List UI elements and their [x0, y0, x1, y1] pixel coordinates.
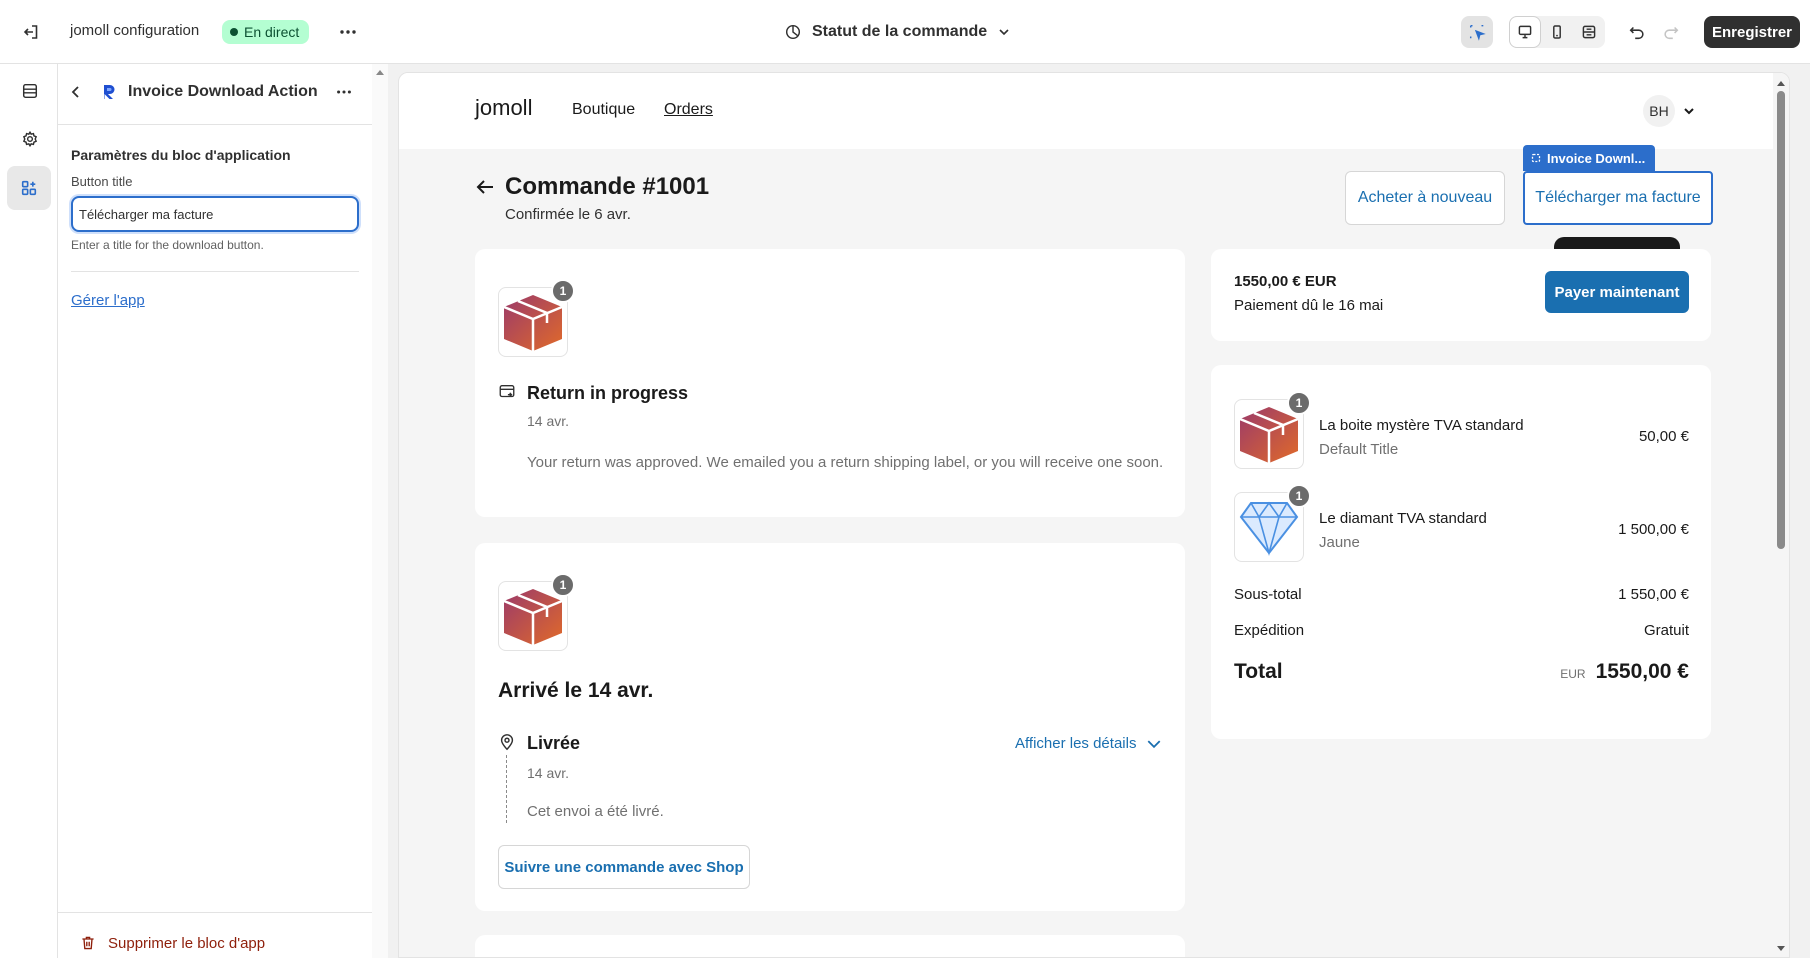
subtotal-label: Sous-total [1234, 586, 1302, 603]
pay-now-button[interactable]: Payer maintenant [1545, 271, 1689, 313]
exit-icon[interactable] [15, 16, 47, 48]
fullscreen-view-icon[interactable] [1573, 16, 1605, 48]
sections-icon[interactable] [13, 74, 47, 108]
item-price: 1 500,00 € [1618, 521, 1689, 538]
field-help-text: Enter a title for the download button. [71, 238, 264, 252]
footer-divider [58, 912, 372, 913]
order-status-icon [785, 24, 801, 40]
top-bar: jomoll configuration En direct Statut de… [0, 0, 1810, 64]
account-chevron-down-icon[interactable] [1682, 104, 1696, 118]
item-price: 50,00 € [1638, 428, 1689, 445]
location-pin-icon [500, 734, 514, 751]
delivery-status: Livrée [527, 733, 581, 753]
panel-divider [58, 124, 372, 125]
nav-link-orders[interactable]: Orders [664, 101, 713, 119]
save-button[interactable]: Enregistrer [1704, 16, 1800, 48]
next-card [475, 935, 1185, 957]
field-divider [71, 271, 359, 272]
show-details-link[interactable]: Afficher les détails [1015, 735, 1162, 752]
delivery-title: Arrivé le 14 avr. [498, 679, 654, 702]
store-name: jomoll configuration [70, 22, 200, 39]
payment-due: Paiement dû le 16 mai [1234, 297, 1384, 314]
template-selector[interactable]: Statut de la commande [784, 18, 1011, 46]
total-value: 1550,00 € [1595, 660, 1689, 683]
trash-icon [82, 936, 94, 950]
apps-icon[interactable] [7, 166, 51, 210]
return-icon [499, 385, 515, 398]
live-dot-icon [230, 28, 238, 36]
delete-app-block-button[interactable]: Supprimer le bloc d'app [80, 928, 265, 958]
item-name: Le diamant TVA standard [1319, 510, 1487, 527]
item-variant: Jaune [1319, 534, 1360, 551]
left-rail [0, 64, 58, 958]
block-select-icon [1531, 153, 1541, 163]
order-title: Commande #1001 [505, 173, 710, 200]
template-selector-label: Statut de la commande [812, 23, 988, 40]
panel-scrollbar[interactable] [372, 64, 388, 958]
more-options-icon[interactable] [332, 16, 364, 48]
mobile-view-icon[interactable] [1541, 16, 1573, 48]
select-tool-icon[interactable] [1461, 16, 1493, 48]
delivery-date: 14 avr. [527, 765, 570, 781]
scroll-up-arrow-icon [1777, 81, 1785, 86]
store-header: jomoll Boutique Orders BH [399, 73, 1789, 149]
block-settings-panel: Invoice Download Action Paramètres du bl… [58, 64, 388, 958]
return-title: Return in progress [527, 383, 689, 403]
quantity-badge: 1 [1287, 391, 1311, 415]
quantity-badge: 1 [551, 279, 575, 303]
order-subtitle: Confirmée le 6 avr. [505, 206, 631, 223]
payment-card: 1550,00 € EUR Paiement dû le 16 mai Paye… [1211, 249, 1711, 341]
quantity-badge: 1 [551, 573, 575, 597]
return-date: 14 avr. [527, 413, 570, 429]
show-details-label: Afficher les détails [1015, 735, 1137, 752]
back-arrow-icon[interactable] [475, 177, 495, 197]
delivery-message: Cet envoi a été livré. [527, 803, 664, 820]
quantity-badge: 1 [1287, 484, 1311, 508]
return-card: 1 Return in progress 14 avr. Your return… [475, 249, 1185, 517]
download-invoice-button[interactable]: Télécharger ma facture [1523, 171, 1713, 225]
payment-amount: 1550,00 € EUR [1234, 273, 1337, 290]
back-chevron-icon[interactable] [62, 78, 90, 106]
section-title: Paramètres du bloc d'application [71, 147, 291, 163]
track-with-shop-button[interactable]: Suivre une commande avec Shop [498, 845, 750, 889]
button-title-input[interactable] [71, 196, 359, 232]
chevron-down-icon [999, 29, 1009, 36]
nav-link-boutique[interactable]: Boutique [572, 101, 635, 119]
live-badge: En direct [222, 20, 310, 44]
app-logo-icon [100, 83, 118, 101]
total-label: Total [1234, 660, 1283, 683]
total-currency: EUR [1560, 667, 1586, 681]
subtotal-value: 1 550,00 € [1618, 586, 1689, 603]
redo-icon[interactable] [1655, 16, 1687, 48]
avatar[interactable]: BH [1643, 95, 1675, 127]
selected-block-tag[interactable]: Invoice Downl... [1523, 145, 1655, 171]
total-amount: EUR 1550,00 € [1560, 660, 1689, 684]
live-badge-label: En direct [244, 24, 300, 40]
delivery-card: 1 Arrivé le 14 avr. Livrée Afficher les … [475, 543, 1185, 911]
delete-label: Supprimer le bloc d'app [108, 934, 266, 952]
desktop-view-icon[interactable] [1509, 16, 1541, 48]
item-variant: Default Title [1319, 441, 1399, 458]
block-tag-label: Invoice Downl... [1547, 150, 1646, 166]
preview-scrollbar[interactable] [1773, 73, 1789, 957]
scroll-up-arrow-icon [376, 70, 384, 75]
store-logo[interactable]: jomoll [475, 95, 532, 121]
shipping-label: Expédition [1234, 622, 1305, 639]
chevron-down-icon [1148, 739, 1161, 748]
scrollbar-thumb[interactable] [1777, 91, 1785, 549]
buy-again-button[interactable]: Acheter à nouveau [1345, 171, 1505, 225]
undo-icon[interactable] [1621, 16, 1653, 48]
timeline-line [506, 755, 507, 823]
return-message: Your return was approved. We emailed you… [527, 454, 1164, 471]
field-label: Button title [71, 174, 133, 189]
manage-app-link[interactable]: Gérer l'app [71, 292, 145, 309]
shipping-value: Gratuit [1643, 622, 1689, 639]
panel-more-icon[interactable] [330, 78, 358, 106]
order-summary-card: 1 La boite mystère TVA standard Default … [1211, 365, 1711, 739]
item-name: La boite mystère TVA standard [1319, 417, 1524, 434]
store-preview: jomoll Boutique Orders BH Commande #1001… [398, 72, 1790, 958]
scroll-down-arrow-icon [1777, 946, 1785, 951]
settings-gear-icon[interactable] [13, 122, 47, 156]
panel-title: Invoice Download Action [128, 83, 318, 100]
